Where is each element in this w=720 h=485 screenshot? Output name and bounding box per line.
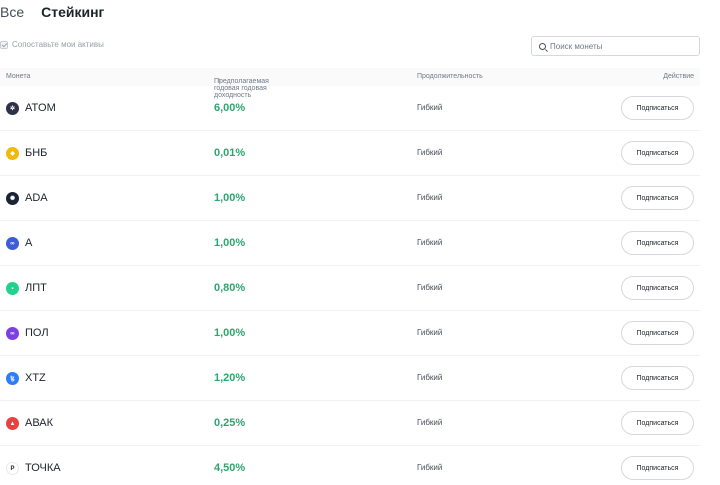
duration: Гибкий: [417, 418, 443, 427]
coin-name: A: [25, 237, 33, 249]
search-icon: [539, 42, 546, 50]
estimated-apr: 1,00%: [214, 327, 246, 339]
polygon-icon: ∞: [6, 327, 19, 340]
estimated-apr: 4,50%: [214, 462, 246, 474]
cosmos-icon: ✲: [6, 102, 19, 115]
table-row: ▲ АВАК 0,25% Гибкий Подписаться: [0, 401, 700, 446]
duration: Гибкий: [417, 148, 443, 157]
estimated-apr: 0,25%: [214, 417, 246, 429]
search-input[interactable]: [550, 41, 690, 51]
estimated-apr: 1,20%: [214, 372, 246, 384]
a-token-icon: ∞: [6, 237, 19, 250]
table-row: ✺ ADA 1,00% Гибкий Подписаться: [0, 176, 700, 221]
duration: Гибкий: [417, 283, 443, 292]
duration: Гибкий: [417, 373, 443, 382]
livepeer-icon: ▪: [6, 282, 19, 295]
tab-staking[interactable]: Стейкинг: [41, 4, 104, 20]
table-row: ∞ ПОЛ 1,00% Гибкий Подписаться: [0, 311, 700, 356]
subscribe-button[interactable]: Подписаться: [621, 366, 694, 390]
search-box[interactable]: [531, 36, 700, 56]
estimated-apr: 1,00%: [214, 192, 246, 204]
coin-name: ATOM: [25, 102, 56, 114]
coin-name: АВАК: [25, 417, 54, 429]
subscribe-button[interactable]: Подписаться: [621, 276, 694, 300]
coin-name: БНБ: [25, 147, 48, 159]
table-row: ◆ БНБ 0,01% Гибкий Подписаться: [0, 131, 700, 176]
coin-name: ПОЛ: [25, 327, 49, 339]
subscribe-button[interactable]: Подписаться: [621, 141, 694, 165]
subscribe-button[interactable]: Подписаться: [621, 321, 694, 345]
duration: Гибкий: [417, 328, 443, 337]
header-duration: Продолжительность: [417, 73, 483, 80]
header-action: Действие: [663, 73, 694, 80]
bnb-icon: ◆: [6, 147, 19, 160]
compare-assets-toggle[interactable]: Сопоставьте мои активы: [0, 40, 104, 49]
avalanche-icon: ▲: [6, 417, 19, 430]
subscribe-button[interactable]: Подписаться: [621, 231, 694, 255]
estimated-apr: 1,00%: [214, 237, 246, 249]
table-row: ▪ ЛПТ 0,80% Гибкий Подписаться: [0, 266, 700, 311]
cardano-icon: ✺: [6, 192, 19, 205]
coin-name: XTZ: [25, 372, 46, 384]
coin-name: ADA: [25, 192, 48, 204]
sort-icon[interactable]: ⬍: [217, 78, 222, 85]
subscribe-button[interactable]: Подписаться: [621, 411, 694, 435]
duration: Гибкий: [417, 193, 443, 202]
estimated-apr: 0,01%: [214, 147, 246, 159]
staking-table-body: ✲ ATOM 6,00% Гибкий Подписаться ◆ БНБ 0,01% Гибк…: [0, 86, 700, 485]
estimated-apr: 6,00%: [214, 102, 246, 114]
header-coin: Монета: [6, 73, 31, 80]
tezos-icon: ꜩ: [6, 372, 19, 385]
duration: Гибкий: [417, 238, 443, 247]
table-header: Монета Предполагаемая годовая годовая до…: [0, 68, 700, 99]
table-row: ✲ ATOM 6,00% Гибкий Подписаться: [0, 86, 700, 131]
compare-assets-label: Сопоставьте мои активы: [12, 40, 104, 49]
tab-bar: Все Стейкинг: [0, 4, 104, 24]
subscribe-button[interactable]: Подписаться: [621, 186, 694, 210]
tab-all[interactable]: Все: [0, 4, 24, 20]
subscribe-button[interactable]: Подписаться: [621, 456, 694, 480]
coin-name: ТОЧКА: [25, 462, 61, 474]
table-row: ∞ A 1,00% Гибкий Подписаться: [0, 221, 700, 266]
duration: Гибкий: [417, 103, 443, 112]
estimated-apr: 0,80%: [214, 282, 246, 294]
table-row: P ТОЧКА 4,50% Гибкий Подписаться: [0, 446, 700, 485]
coin-name: ЛПТ: [25, 282, 47, 294]
compare-assets-checkbox[interactable]: [0, 40, 8, 49]
subscribe-button[interactable]: Подписаться: [621, 96, 694, 120]
duration: Гибкий: [417, 463, 443, 472]
polkadot-icon: P: [6, 462, 19, 475]
table-row: ꜩ XTZ 1,20% Гибкий Подписаться: [0, 356, 700, 401]
